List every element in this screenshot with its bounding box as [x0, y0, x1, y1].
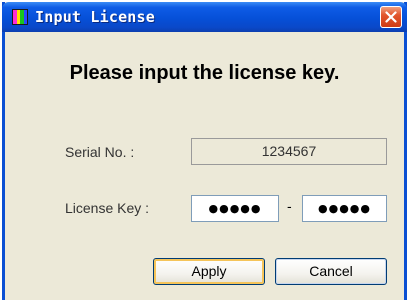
license-key-label: License Key : [65, 200, 150, 216]
cancel-button[interactable]: Cancel [275, 258, 387, 285]
license-key-field-2[interactable]: ●●●●● [302, 195, 387, 222]
title-bar[interactable]: Input License [2, 2, 407, 32]
close-icon [385, 11, 397, 23]
license-key-field-1[interactable]: ●●●●● [191, 195, 279, 222]
license-key-separator: - [287, 198, 292, 214]
dialog-heading: Please input the license key. [69, 62, 340, 84]
apply-button[interactable]: Apply [153, 258, 265, 285]
close-button[interactable] [380, 6, 402, 28]
serial-number-label: Serial No. : [65, 144, 135, 160]
license-dialog: Input License Please input the license k… [2, 2, 407, 300]
window-title: Input License [35, 8, 155, 26]
app-icon [12, 9, 28, 25]
serial-number-field: 1234567 [191, 138, 387, 165]
